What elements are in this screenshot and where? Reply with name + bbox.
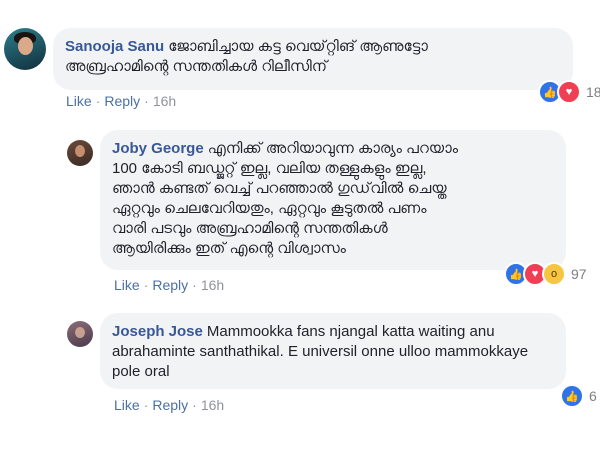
reaction-count: 6 xyxy=(589,388,597,404)
avatar-face xyxy=(18,37,33,55)
comment-text: എനിക്ക് അറിയാവുന്ന കാര്യം പറയാം 100 കോടി… xyxy=(112,140,459,257)
comment-bubble: Joby George എനിക്ക് അറിയാവുന്ന കാര്യം പറയ… xyxy=(100,130,566,270)
comments-panel: Sanooja Sanu ജോബിച്ചായ കട്ട വെയ്റ്റിങ് ആണ… xyxy=(0,0,600,430)
comment-author[interactable]: Joby George xyxy=(112,140,204,157)
timestamp[interactable]: 16h xyxy=(201,397,224,413)
reaction-count: 18 xyxy=(586,84,600,100)
separator-dot: · xyxy=(192,277,197,293)
separator-dot: · xyxy=(143,277,149,293)
avatar-joby[interactable] xyxy=(67,140,93,166)
timestamp[interactable]: 16h xyxy=(153,93,176,109)
separator-dot: · xyxy=(95,93,101,109)
reaction-count: 97 xyxy=(571,266,587,282)
timestamp[interactable]: 16h xyxy=(201,277,224,293)
reply-link[interactable]: Reply xyxy=(152,277,188,293)
comment-actions: Like · Reply · 16h xyxy=(114,397,224,413)
reaction-summary[interactable]: 👍 ♥ o 97 xyxy=(504,262,587,286)
avatar-joseph[interactable] xyxy=(67,321,93,347)
page-background xyxy=(0,430,600,450)
comment-bubble: Sanooja Sanu ജോബിച്ചായ കട്ട വെയ്റ്റിങ് ആണ… xyxy=(53,28,573,90)
reaction-summary[interactable]: 👍 6 xyxy=(560,384,597,408)
comment-author[interactable]: Sanooja Sanu xyxy=(65,38,164,55)
like-icon: 👍 xyxy=(560,384,584,408)
reply-link[interactable]: Reply xyxy=(152,397,188,413)
comment-author[interactable]: Joseph Jose xyxy=(112,323,203,340)
comment-bubble: Joseph Jose Mammookka fans njangal katta … xyxy=(100,313,566,389)
reply-link[interactable]: Reply xyxy=(104,93,140,109)
comment-actions: Like · Reply · 16h xyxy=(66,93,176,109)
like-link[interactable]: Like xyxy=(114,397,140,413)
separator-dot: · xyxy=(143,397,149,413)
separator-dot: · xyxy=(192,397,197,413)
love-icon: ♥ xyxy=(557,80,581,104)
comment-actions: Like · Reply · 16h xyxy=(114,277,224,293)
reaction-summary[interactable]: 👍 ♥ 18 xyxy=(538,80,600,104)
avatar-face xyxy=(75,327,85,338)
like-link[interactable]: Like xyxy=(66,93,92,109)
like-link[interactable]: Like xyxy=(114,277,140,293)
avatar-face xyxy=(75,145,85,157)
avatar-sanooja[interactable] xyxy=(4,28,46,70)
separator-dot: · xyxy=(144,93,149,109)
wow-icon: o xyxy=(542,262,566,286)
